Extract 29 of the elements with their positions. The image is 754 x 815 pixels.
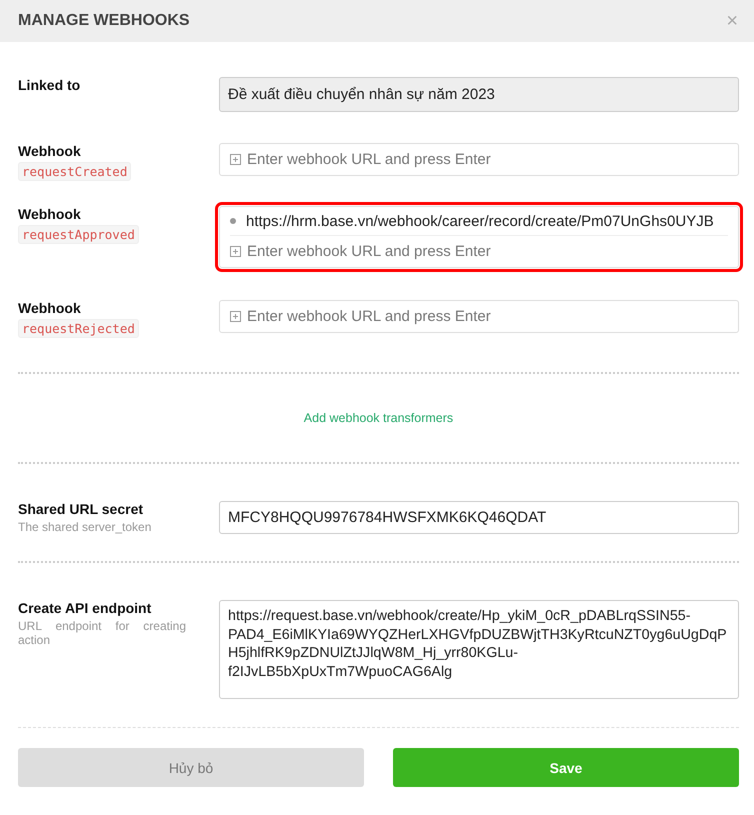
field-hint: URL endpoint for creating action: [18, 619, 186, 647]
save-button[interactable]: Save: [393, 748, 739, 787]
field-label: Webhook: [18, 300, 82, 316]
url-input-field[interactable]: Enter webhook URL and press Enter: [247, 243, 728, 260]
webhook-url: https://hrm.base.vn/webhook/career/record/create/Pm07UnGhs0UYJB: [246, 212, 714, 230]
close-button[interactable]: ×: [722, 10, 742, 32]
endpoint-field[interactable]: https://request.base.vn/webhook/create/Hp_ykiM_0cR_pDABLrqSSIN55-PAD4_E6iMlKYIa69WYQZHerLXHGVfpDUZBWjtTH3KyRtcuNZT0yg6uUgDqPH5jhlfRK9pZDNUlZtJJlqW8M_Hj_yrr80KGLu-f2IJvLB5bXpUxTm7WpuoCAG6Alg: [219, 600, 739, 699]
dialog-title: MANAGE WEBHOOKS: [18, 12, 190, 30]
field-label: Shared URL secret: [18, 501, 144, 517]
field-label: Linked to: [18, 77, 82, 93]
plus-icon: [230, 311, 241, 322]
event-code: requestRejected: [18, 319, 139, 338]
secret-field[interactable]: MFCY8HQQU9976784HWSFXMK6KQ46QDAT: [219, 501, 739, 534]
plus-icon: [230, 246, 241, 257]
field-label: Webhook: [18, 206, 82, 222]
plus-icon: [230, 154, 241, 165]
webhook-url-field[interactable]: Enter webhook URL and press Enter: [219, 143, 739, 176]
event-code: requestApproved: [18, 225, 139, 244]
field-hint: The shared server_token: [18, 520, 152, 534]
field-label: Create API endpoint: [18, 600, 152, 616]
url-input-field[interactable]: Enter webhook URL and press Enter: [247, 308, 728, 325]
add-transformers-link[interactable]: Add webhook transformers: [304, 411, 454, 425]
cancel-button[interactable]: Hủy bỏ: [18, 748, 364, 787]
event-code: requestCreated: [18, 162, 132, 181]
webhook-url-field[interactable]: Enter webhook URL and press Enter: [219, 300, 739, 333]
bullet-icon: [230, 218, 236, 224]
field-label: Webhook: [18, 143, 82, 159]
url-input-field[interactable]: Enter webhook URL and press Enter: [247, 151, 728, 168]
linked-to-field: Đề xuất điều chuyển nhân sự năm 2023: [219, 77, 739, 112]
